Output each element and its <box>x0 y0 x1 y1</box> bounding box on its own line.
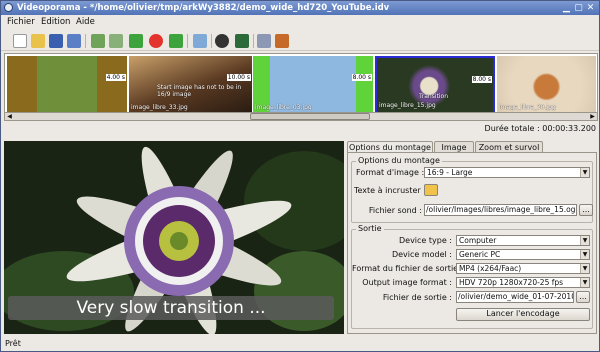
save-icon[interactable] <box>49 34 63 48</box>
options-group: Options du montage Format d'image : 16:9… <box>351 156 593 223</box>
save-as-icon[interactable] <box>67 34 81 48</box>
device-type-select[interactable]: Computer ▼ <box>456 235 590 246</box>
options-panel: Options du montage Format d'image : 16:9… <box>347 152 597 334</box>
chevron-down-icon: ▼ <box>580 278 589 287</box>
thumbnail-duration: 4.00 s <box>105 74 126 81</box>
toolbar-separator <box>211 34 212 48</box>
text-overlay-label: Texte à incruster : <box>354 186 426 195</box>
refresh-icon[interactable] <box>193 34 207 48</box>
close-icon[interactable]: ✕ <box>585 3 596 13</box>
thumbnail-duration: 8.00 s <box>351 74 372 81</box>
thumbnail-item[interactable]: Start image has not to be in 16/9 image … <box>129 56 252 112</box>
chevron-down-icon: ▼ <box>580 168 589 177</box>
thumbnail-caption: image_libre_03.jpg <box>255 104 312 111</box>
sortie-group-title: Sortie <box>356 224 384 233</box>
thumbnail-item[interactable]: image_libre_30.jpg <box>497 56 596 112</box>
app-icon <box>4 3 13 12</box>
thumbnail-duration: 8.00 s <box>471 76 492 83</box>
toolbar <box>1 31 599 51</box>
menu-aide[interactable]: Aide <box>76 17 95 27</box>
output-image-select[interactable]: HDV 720p 1280x720-25 fps ▼ <box>456 277 590 288</box>
status-bar: Prêt <box>5 339 21 348</box>
device-type-label: Device type : <box>398 236 452 245</box>
thumbnail-image <box>7 56 127 112</box>
timeline-scrollbar[interactable]: ◀ ▶ <box>4 112 598 121</box>
device-model-select[interactable]: Generic PC ▼ <box>456 249 590 260</box>
device-model-value: Generic PC <box>459 250 501 259</box>
add-image-icon[interactable] <box>91 34 105 48</box>
chevron-down-icon: ▼ <box>580 250 589 259</box>
device-type-value: Computer <box>459 236 497 245</box>
thumbnail-duration: 10.00 s <box>226 74 251 81</box>
thumbnail-overlay-text: Transition <box>419 93 449 100</box>
title-bar: Videoporama - */home/olivier/tmp/arkWy38… <box>1 1 599 15</box>
move-right-icon[interactable] <box>169 34 183 48</box>
output-format-select[interactable]: MP4 (x264/Faac) ▼ <box>456 263 590 274</box>
thumbnail-item[interactable]: 8.00 s image_libre_03.jpg <box>253 56 373 112</box>
toolbar-separator <box>187 34 188 48</box>
toolbar-separator <box>253 34 254 48</box>
encode-button[interactable]: Lancer l'encodage <box>456 308 590 321</box>
sound-browse-button[interactable]: ... <box>579 204 593 216</box>
preview-pane: Very slow transition ... <box>4 141 344 334</box>
device-model-label: Device model : <box>391 250 452 259</box>
output-file-label: Fichier de sortie : <box>382 293 452 302</box>
format-select[interactable]: 16:9 - Large ▼ <box>424 167 590 178</box>
thumbnail-item[interactable]: 4.00 s <box>7 56 127 112</box>
chevron-down-icon: ▼ <box>580 236 589 245</box>
output-browse-button[interactable]: ... <box>576 291 590 303</box>
output-image-label: Output image format : <box>362 278 452 287</box>
options-group-title: Options du montage <box>356 156 442 165</box>
thumbnail-caption: image_libre_15.jpg <box>379 102 436 109</box>
minimize-icon[interactable]: ▁ <box>561 3 572 13</box>
thumbnail-caption: image_libre_30.jpg <box>499 104 556 111</box>
text-overlay-button[interactable] <box>424 184 438 196</box>
render-icon[interactable] <box>275 34 289 48</box>
output-format-label: Format du fichier de sortie : <box>352 264 464 273</box>
delete-icon[interactable] <box>149 34 163 48</box>
scrollbar-handle[interactable] <box>250 113 370 120</box>
thumbnail-strip[interactable]: 4.00 s Start image has not to be in 16/9… <box>4 53 598 114</box>
maximize-icon[interactable]: ▢ <box>573 3 584 13</box>
output-image-value: HDV 720p 1280x720-25 fps <box>459 278 564 287</box>
menu-bar: Fichier Edition Aide <box>1 15 599 29</box>
open-icon[interactable] <box>31 34 45 48</box>
format-label: Format d'image : <box>356 168 425 177</box>
chevron-down-icon: ▼ <box>580 264 589 273</box>
scroll-left-icon[interactable]: ◀ <box>5 113 14 120</box>
toolbar-separator <box>85 34 86 48</box>
move-left-icon[interactable] <box>129 34 143 48</box>
sound-file-field[interactable]: /olivier/Images/libres/image_libre_15.og… <box>424 204 577 216</box>
window-title: Videoporama - */home/olivier/tmp/arkWy38… <box>17 3 390 13</box>
new-icon[interactable] <box>13 34 27 48</box>
thumbnail-caption: image_libre_33.jpg <box>131 104 188 111</box>
output-format-value: MP4 (x264/Faac) <box>459 264 522 273</box>
add-text-icon[interactable] <box>109 34 123 48</box>
film-icon[interactable] <box>235 34 249 48</box>
thumbnail-item-selected[interactable]: Transition 8.00 s image_libre_15.jpg <box>375 56 495 114</box>
output-file-field[interactable]: /olivier/demo_wide_01-07-2010 <box>456 291 574 303</box>
thumbnail-overlay-text: Start image has not to be in 16/9 image <box>157 84 242 98</box>
menu-fichier[interactable]: Fichier <box>7 17 35 27</box>
preview-icon[interactable] <box>215 34 229 48</box>
preview-subtitle: Very slow transition ... <box>8 296 334 320</box>
sound-file-label: Fichier sond : <box>368 206 422 215</box>
format-value: 16:9 - Large <box>427 168 473 177</box>
scroll-right-icon[interactable]: ▶ <box>588 113 597 120</box>
app-window: Videoporama - */home/olivier/tmp/arkWy38… <box>0 0 600 352</box>
sortie-group: Sortie Device type : Computer ▼ Device m… <box>351 224 593 329</box>
menu-edition[interactable]: Edition <box>41 17 70 27</box>
total-duration: Durée totale : 00:00:33.200 <box>484 124 596 133</box>
settings-icon[interactable] <box>257 34 271 48</box>
